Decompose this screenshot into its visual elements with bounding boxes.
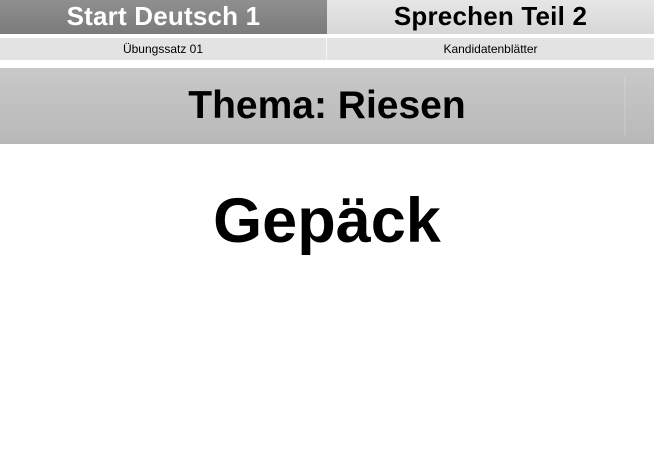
candidate-sheets-label: Kandidatenblätter bbox=[443, 42, 538, 56]
practice-set-cell: Übungssatz 01 bbox=[0, 38, 327, 60]
practice-set-label: Übungssatz 01 bbox=[122, 42, 204, 56]
prompt-word: Gepäck bbox=[213, 186, 441, 256]
exam-title: Start Deutsch 1 bbox=[66, 1, 261, 31]
header-bar: Start Deutsch 1 Sprechen Teil 2 bbox=[0, 0, 654, 34]
word-card: Gepäck bbox=[0, 190, 654, 253]
topic-title: Thema: Riesen bbox=[188, 83, 466, 127]
subheader-bar: Übungssatz 01 Kandidatenblätter bbox=[0, 38, 654, 60]
candidate-sheets-cell: Kandidatenblätter bbox=[327, 38, 654, 60]
section-title: Sprechen Teil 2 bbox=[393, 1, 588, 31]
topic-band: Thema: Riesen bbox=[0, 68, 654, 144]
section-title-box: Sprechen Teil 2 bbox=[327, 0, 654, 34]
exam-title-box: Start Deutsch 1 bbox=[0, 0, 327, 34]
